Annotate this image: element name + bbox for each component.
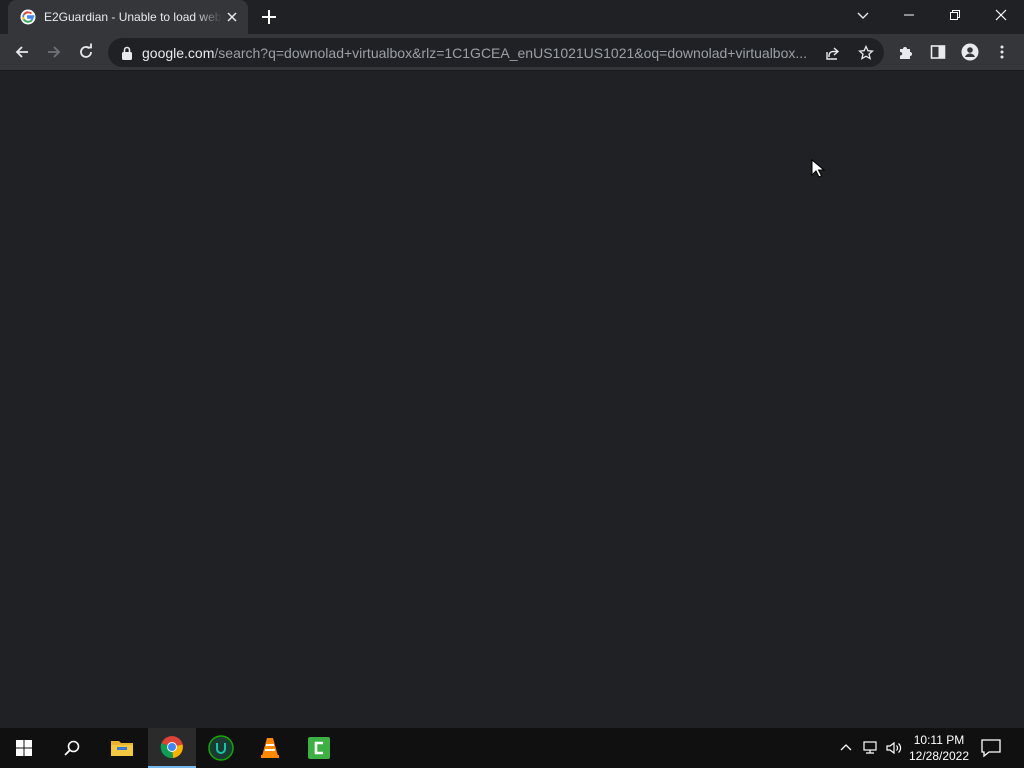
camtasia-button[interactable] — [295, 728, 343, 768]
vlc-button[interactable] — [246, 728, 294, 768]
back-button[interactable] — [8, 38, 36, 66]
puzzle-icon — [900, 47, 912, 59]
tray-overflow-button[interactable] — [836, 738, 856, 758]
star-icon — [858, 45, 874, 60]
share-icon — [826, 47, 840, 60]
close-button[interactable] — [978, 0, 1024, 30]
tab-close-icon[interactable] — [224, 9, 240, 25]
upwork-button[interactable] — [197, 728, 245, 768]
toolbar: google.com/search?q=downolad+virtualbox&… — [0, 34, 1024, 71]
kebab-menu-icon — [1000, 45, 1004, 59]
minimize-button[interactable] — [886, 0, 932, 30]
file-explorer-button[interactable] — [98, 728, 146, 768]
address-bar[interactable]: google.com/search?q=downolad+virtualbox&… — [108, 38, 884, 67]
tab-strip: E2Guardian - Unable to load web page — [0, 0, 1024, 34]
share-button[interactable] — [823, 43, 843, 63]
tab-title: E2Guardian - Unable to load web page — [44, 10, 222, 24]
close-icon — [995, 9, 1007, 21]
mouse-cursor-icon — [811, 159, 825, 178]
notification-icon[interactable] — [980, 738, 1002, 758]
chrome-icon — [160, 736, 183, 759]
chevron-down-icon[interactable] — [853, 5, 873, 25]
url-host: google.com — [142, 45, 215, 61]
reload-button[interactable] — [72, 38, 100, 66]
menu-button[interactable] — [988, 38, 1016, 66]
plus-icon[interactable] — [259, 7, 279, 27]
volume-button[interactable] — [884, 738, 904, 758]
arrow-right-icon — [48, 46, 61, 58]
restore-icon — [950, 10, 960, 20]
lock-icon[interactable] — [120, 45, 134, 61]
search-button[interactable] — [48, 728, 96, 768]
side-panel-icon — [930, 45, 946, 59]
profile-icon — [961, 43, 979, 61]
network-button[interactable] — [860, 738, 880, 758]
volume-icon — [886, 741, 902, 755]
extensions-button[interactable] — [892, 38, 920, 66]
side-panel-button[interactable] — [924, 38, 952, 66]
google-g-icon — [20, 9, 36, 25]
clock-time: 10:11 PM — [913, 733, 965, 747]
chevron-up-icon — [840, 744, 852, 751]
start-button[interactable] — [0, 728, 48, 768]
restore-button[interactable] — [932, 0, 978, 30]
clock-date: 12/28/2022 — [908, 749, 970, 763]
network-icon — [863, 741, 877, 754]
search-icon — [64, 740, 80, 756]
taskbar: 10:11 PM 12/28/2022 — [0, 728, 1024, 768]
reload-icon — [80, 43, 92, 58]
tab-active[interactable]: E2Guardian - Unable to load web page — [8, 0, 248, 34]
profile-button[interactable] — [956, 38, 984, 66]
bookmark-button[interactable] — [856, 43, 876, 63]
url-path: /search?q=downolad+virtualbox&rlz=1C1GCE… — [214, 45, 808, 61]
url-text[interactable]: google.com/search?q=downolad+virtualbox&… — [142, 45, 812, 61]
minimize-icon — [904, 14, 914, 16]
vlc-icon — [261, 738, 279, 758]
forward-button[interactable] — [40, 38, 68, 66]
camtasia-icon — [308, 737, 330, 759]
upwork-icon — [208, 735, 234, 761]
windows-start-icon — [16, 740, 32, 756]
clock[interactable]: 10:11 PM 12/28/2022 — [906, 732, 972, 764]
file-explorer-icon — [111, 741, 133, 756]
chrome-button[interactable] — [148, 728, 196, 768]
page-content — [0, 71, 1024, 728]
arrow-left-icon — [15, 46, 28, 58]
browser-window: E2Guardian - Unable to load web page — [0, 0, 1024, 728]
